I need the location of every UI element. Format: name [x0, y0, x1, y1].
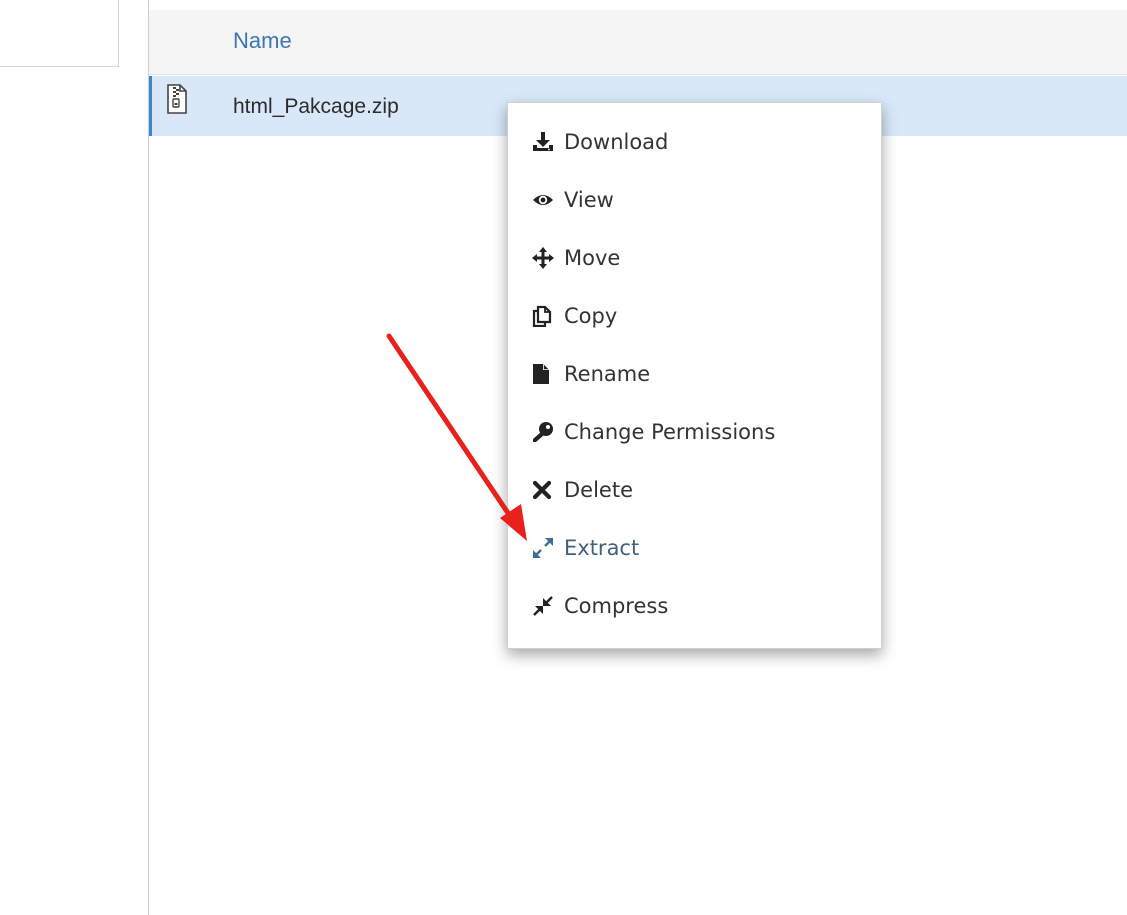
close-icon — [532, 477, 560, 503]
expand-icon — [532, 535, 560, 561]
file-icon — [532, 361, 560, 387]
menu-item-label: Change Permissions — [564, 420, 776, 444]
menu-item-label: Compress — [564, 594, 669, 618]
file-name[interactable]: html_Pakcage.zip — [233, 95, 399, 119]
menu-item-rename[interactable]: Rename — [532, 355, 862, 393]
menu-item-extract[interactable]: Extract — [532, 529, 862, 567]
menu-item-label: Rename — [564, 362, 651, 386]
menu-item-change-permissions[interactable]: Change Permissions — [532, 413, 862, 451]
file-manager-screen: Name html_Pakcage.zip Download View Move… — [0, 0, 1127, 915]
menu-item-label: Extract — [564, 536, 640, 560]
context-menu: Download View Move Copy Rename Change Pe… — [507, 102, 882, 649]
copy-icon — [532, 303, 560, 329]
menu-item-label: Move — [564, 246, 621, 270]
column-header-name[interactable]: Name — [233, 28, 292, 54]
move-arrows-icon — [532, 245, 560, 271]
menu-item-delete[interactable]: Delete — [532, 471, 862, 509]
eye-icon — [532, 187, 560, 213]
menu-item-download[interactable]: Download — [532, 123, 862, 161]
menu-item-view[interactable]: View — [532, 181, 862, 219]
menu-item-label: View — [564, 188, 614, 212]
menu-item-label: Delete — [564, 478, 633, 502]
menu-item-label: Copy — [564, 304, 618, 328]
table-header: Name — [149, 10, 1127, 75]
menu-item-move[interactable]: Move — [532, 239, 862, 277]
menu-item-copy[interactable]: Copy — [532, 297, 862, 335]
menu-item-label: Download — [564, 130, 669, 154]
key-icon — [532, 419, 560, 445]
zip-file-icon — [166, 84, 188, 114]
download-icon — [532, 129, 560, 155]
compress-icon — [532, 593, 560, 619]
left-panel — [0, 0, 119, 67]
menu-item-compress[interactable]: Compress — [532, 587, 862, 625]
